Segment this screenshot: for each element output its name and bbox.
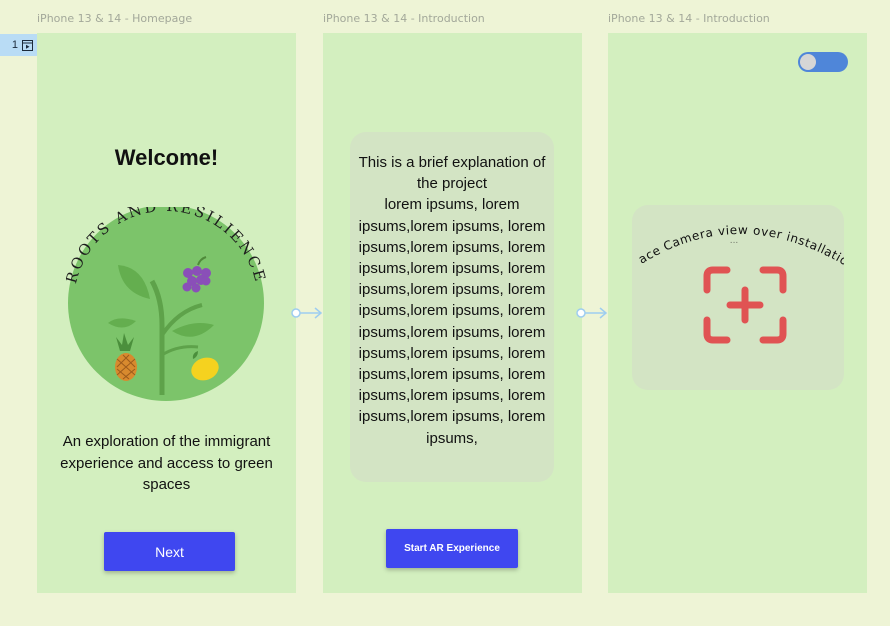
explanation-text: This is a brief explanation of the proje… bbox=[358, 154, 546, 447]
frame-label-introduction: iPhone 13 & 14 - Introduction bbox=[323, 12, 485, 25]
camera-view-card: Place Camera view over installation ... bbox=[632, 205, 844, 390]
frame-label-camera: iPhone 13 & 14 - Introduction bbox=[608, 12, 770, 25]
explanation-card: This is a brief explanation of the proje… bbox=[350, 132, 554, 482]
play-frame-icon bbox=[22, 39, 33, 51]
introduction-frame: This is a brief explanation of the proje… bbox=[323, 33, 582, 593]
start-ar-experience-button[interactable]: Start AR Experience bbox=[386, 529, 518, 568]
flow-start-tag[interactable]: 1 bbox=[0, 34, 37, 56]
camera-add-icon[interactable] bbox=[703, 266, 787, 344]
camera-frame: Place Camera view over installation ... bbox=[608, 33, 867, 593]
camera-ellipsis: ... bbox=[730, 236, 739, 246]
prototype-connector-arrow-2[interactable] bbox=[576, 306, 608, 320]
welcome-title: Welcome! bbox=[114, 145, 219, 170]
homepage-frame: Welcome! ROOTS AND RESILIENCE An e bbox=[37, 33, 296, 593]
homepage-description: An exploration of the immigrant experien… bbox=[60, 433, 273, 493]
roots-and-resilience-logo: ROOTS AND RESILIENCE bbox=[66, 207, 266, 401]
frame-label-homepage: iPhone 13 & 14 - Homepage bbox=[37, 12, 193, 25]
toggle-knob bbox=[800, 54, 816, 70]
prototype-connector-arrow-1[interactable] bbox=[291, 306, 323, 320]
next-button[interactable]: Next bbox=[104, 532, 235, 571]
camera-toggle-switch[interactable] bbox=[798, 52, 848, 72]
flow-number: 1 bbox=[11, 39, 18, 51]
